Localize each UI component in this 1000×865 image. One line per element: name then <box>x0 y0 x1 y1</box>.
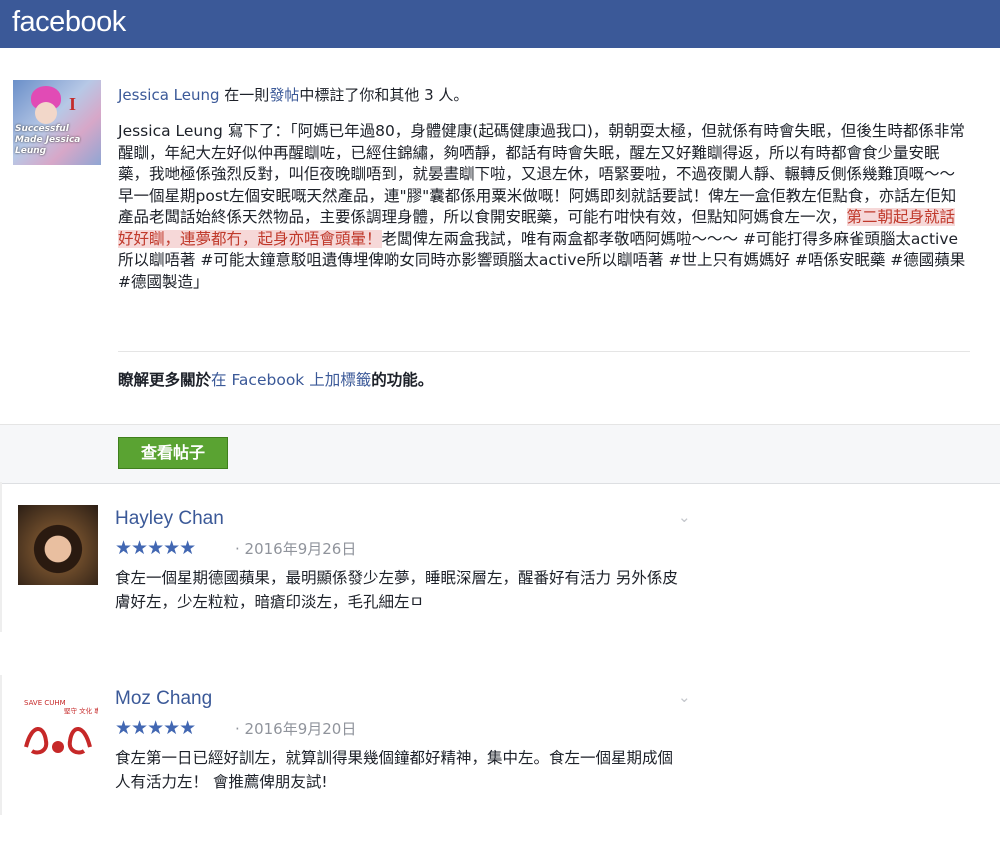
learn-tagging-link[interactable]: 在 Facebook 上加標籤 <box>211 371 371 389</box>
notification-text-b: 中標註了你和其他 3 人。 <box>299 86 469 104</box>
avatar-letter: I <box>69 94 77 114</box>
review-date[interactable]: · 2016年9月20日 <box>235 718 356 739</box>
review-separator <box>0 675 2 815</box>
notification-line: Jessica Leung 在一則發帖中標註了你和其他 3 人。 <box>118 84 468 105</box>
view-post-button[interactable]: 查看帖子 <box>118 437 228 469</box>
review-date[interactable]: · 2016年9月26日 <box>235 538 356 559</box>
logo-text: SAVE CUHM <box>24 699 66 707</box>
moz-avatar[interactable]: SAVE CUHM 堅守 文化 專業 <box>18 685 98 765</box>
top-bar: facebook <box>0 0 1000 48</box>
jessica-avatar[interactable]: I Successful Made Jessica Leung <box>13 80 101 165</box>
divider <box>118 351 970 352</box>
reviewer-name[interactable]: Moz Chang <box>115 688 212 710</box>
post-prefix: Jessica Leung 寫下了： <box>118 122 290 140</box>
notification-text-a: 在一則 <box>224 86 270 104</box>
avatar-caption: Successful Made Jessica Leung <box>15 124 81 156</box>
user-link[interactable]: Jessica Leung <box>118 86 220 104</box>
chevron-down-icon[interactable]: ⌄ <box>678 508 691 526</box>
logo-text2: 堅守 文化 專業 <box>64 706 98 715</box>
star-rating: ★★★★★ <box>115 717 196 739</box>
learn-more-line: 瞭解更多關於在 Facebook 上加標籤的功能。 <box>118 368 433 390</box>
star-rating: ★★★★★ <box>115 537 196 559</box>
learn-suffix: 的功能。 <box>371 371 434 389</box>
post-content: Jessica Leung 寫下了：「阿媽已年過80，身體健康(起碼健康過我口)… <box>118 121 968 293</box>
hayley-avatar[interactable] <box>18 505 98 585</box>
review-text: 食左一個星期德國蘋果，最明顯係發少左夢，睡眠深層左，醒番好有活力 另外係皮膚好左… <box>115 569 678 611</box>
avatar-face <box>35 102 57 124</box>
save-cuhm-logo: SAVE CUHM 堅守 文化 專業 <box>24 699 98 755</box>
learn-prefix: 瞭解更多關於 <box>118 371 212 389</box>
review-text: 食左第一日已經好訓左，就算訓得果幾個鐘都好精神，集中左。食左一個星期成個人有活力… <box>115 749 674 791</box>
post-link[interactable]: 發帖 <box>269 86 299 104</box>
facebook-logo[interactable]: facebook <box>12 6 126 39</box>
chevron-down-icon[interactable]: ⌄ <box>678 688 691 706</box>
reviewer-name[interactable]: Hayley Chan <box>115 508 224 530</box>
review-separator <box>0 482 2 632</box>
